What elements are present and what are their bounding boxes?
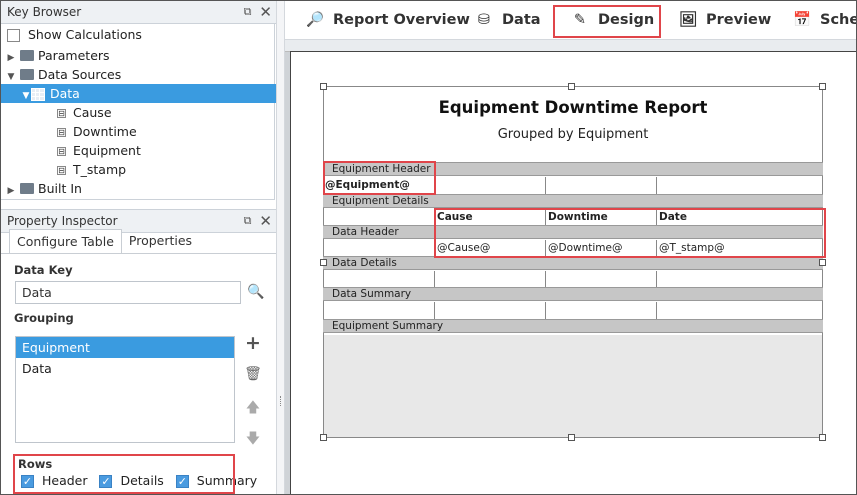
tree-label: Data Sources	[38, 67, 122, 82]
grouping-label: Grouping	[14, 311, 74, 325]
property-inspector-title: Property Inspector	[7, 214, 118, 228]
tree-label: T_stamp	[73, 162, 127, 177]
data-key-input[interactable]: Data	[15, 281, 241, 304]
equipment-header-highlight	[323, 161, 436, 195]
equipment-summary-area	[324, 335, 822, 437]
resize-handle[interactable]	[819, 259, 826, 266]
band-equipment-summary[interactable]: Equipment Summary	[323, 319, 823, 333]
show-calculations-row[interactable]: Show Calculations	[7, 25, 142, 45]
key-tree: ▶ Parameters ▼ Data Sources ▼ Data ⊟ Cause ⊟…	[1, 46, 276, 198]
tree-label: Data	[50, 86, 80, 101]
tree-item-parameters[interactable]: ▶ Parameters	[1, 46, 276, 65]
undock-icon[interactable]: ⧉	[244, 1, 252, 23]
tree-item-data[interactable]: ▼ Data	[1, 84, 276, 103]
tree-item-data-sources[interactable]: ▼ Data Sources	[1, 65, 276, 84]
resize-handle[interactable]	[320, 434, 327, 441]
left-panel: Key Browser ⧉ ✕ Show Calculations ▶ Param…	[1, 1, 276, 494]
tree-label: Downtime	[73, 124, 137, 139]
field-icon: ⊟	[57, 166, 66, 175]
expand-icon[interactable]: ▶	[6, 182, 16, 201]
tree-label: Cause	[73, 105, 112, 120]
tree-item-field[interactable]: ⊟ Cause	[1, 103, 276, 122]
table-cell[interactable]	[546, 177, 657, 194]
folder-icon	[20, 69, 34, 80]
resize-handle[interactable]	[819, 434, 826, 441]
key-browser-title: Key Browser	[7, 5, 82, 19]
search-icon[interactable]: 🔍	[247, 284, 264, 300]
magnifier-document-icon: 🔎	[305, 12, 325, 28]
data-key-label: Data Key	[14, 263, 73, 277]
resize-handle[interactable]	[568, 83, 575, 90]
button-label: Sched	[820, 12, 856, 28]
resize-handle[interactable]	[568, 434, 575, 441]
report-overview-button[interactable]: 🔎 Report Overview	[305, 5, 470, 35]
report-subtitle: Grouped by Equipment	[497, 127, 649, 142]
tree-label: Built In	[38, 181, 82, 196]
top-toolbar: 🔎 Report Overview ⛁ Data ✎ Design 🖼 Preview …	[285, 1, 856, 40]
folder-icon	[20, 183, 34, 194]
preview-button[interactable]: 🖼 Preview	[678, 5, 771, 35]
data-header-highlight	[434, 208, 826, 258]
table-icon	[31, 88, 45, 101]
inspector-tabs: Configure Table Properties	[9, 229, 199, 254]
design-highlight	[553, 5, 661, 38]
resize-handle[interactable]	[320, 83, 327, 90]
undock-icon[interactable]: ⧉	[244, 210, 252, 232]
grouping-list[interactable]: Equipment Data	[15, 336, 235, 443]
table-cell[interactable]	[435, 177, 546, 194]
resize-handle[interactable]	[320, 259, 327, 266]
move-up-icon[interactable]: 🡅	[244, 397, 262, 421]
list-item[interactable]: Data	[16, 358, 234, 379]
delete-icon[interactable]: 🗑	[244, 366, 262, 382]
folder-icon	[20, 50, 34, 61]
button-label: Data	[502, 12, 541, 28]
data-button[interactable]: ⛁ Data	[474, 5, 541, 35]
show-calculations-checkbox[interactable]	[7, 29, 20, 42]
button-label: Preview	[706, 12, 772, 28]
list-item[interactable]: Equipment	[16, 337, 234, 358]
schedule-button[interactable]: 📅 Sched	[792, 5, 856, 35]
table-row	[323, 302, 823, 320]
tab-configure-table[interactable]: Configure Table	[9, 229, 122, 254]
band-data-details[interactable]: Data Details	[323, 256, 823, 270]
tree-item-built-in[interactable]: ▶ Built In	[1, 179, 276, 198]
tree-item-field[interactable]: ⊟ T_stamp	[1, 160, 276, 179]
resize-handle[interactable]	[819, 83, 826, 90]
field-icon: ⊟	[57, 147, 66, 156]
panel-splitter[interactable]	[276, 1, 285, 494]
tree-item-field[interactable]: ⊟ Downtime	[1, 122, 276, 141]
move-down-icon[interactable]: 🡇	[244, 428, 262, 452]
band-data-summary[interactable]: Data Summary	[323, 287, 823, 301]
report-title: Equipment Downtime Report	[438, 98, 708, 117]
tree-label: Equipment	[73, 143, 141, 158]
calendar-icon: 📅	[792, 12, 812, 28]
rows-highlight	[13, 454, 235, 494]
image-icon: 🖼	[678, 12, 698, 28]
tree-label: Parameters	[38, 48, 110, 63]
tree-item-field[interactable]: ⊟ Equipment	[1, 141, 276, 160]
designer-window: Key Browser ⧉ ✕ Show Calculations ▶ Param…	[0, 0, 857, 495]
field-icon: ⊟	[57, 128, 66, 137]
field-icon: ⊟	[57, 109, 66, 118]
button-label: Report Overview	[333, 12, 470, 28]
key-browser-header: Key Browser ⧉ ✕	[1, 1, 276, 24]
database-icon: ⛁	[477, 12, 491, 28]
close-icon[interactable]: ✕	[259, 210, 272, 232]
add-icon[interactable]: +	[244, 332, 262, 354]
close-icon[interactable]: ✕	[259, 1, 272, 23]
band-equipment-details[interactable]: Equipment Details	[323, 194, 823, 208]
tab-properties[interactable]: Properties	[122, 229, 199, 253]
show-calculations-label: Show Calculations	[27, 27, 142, 42]
